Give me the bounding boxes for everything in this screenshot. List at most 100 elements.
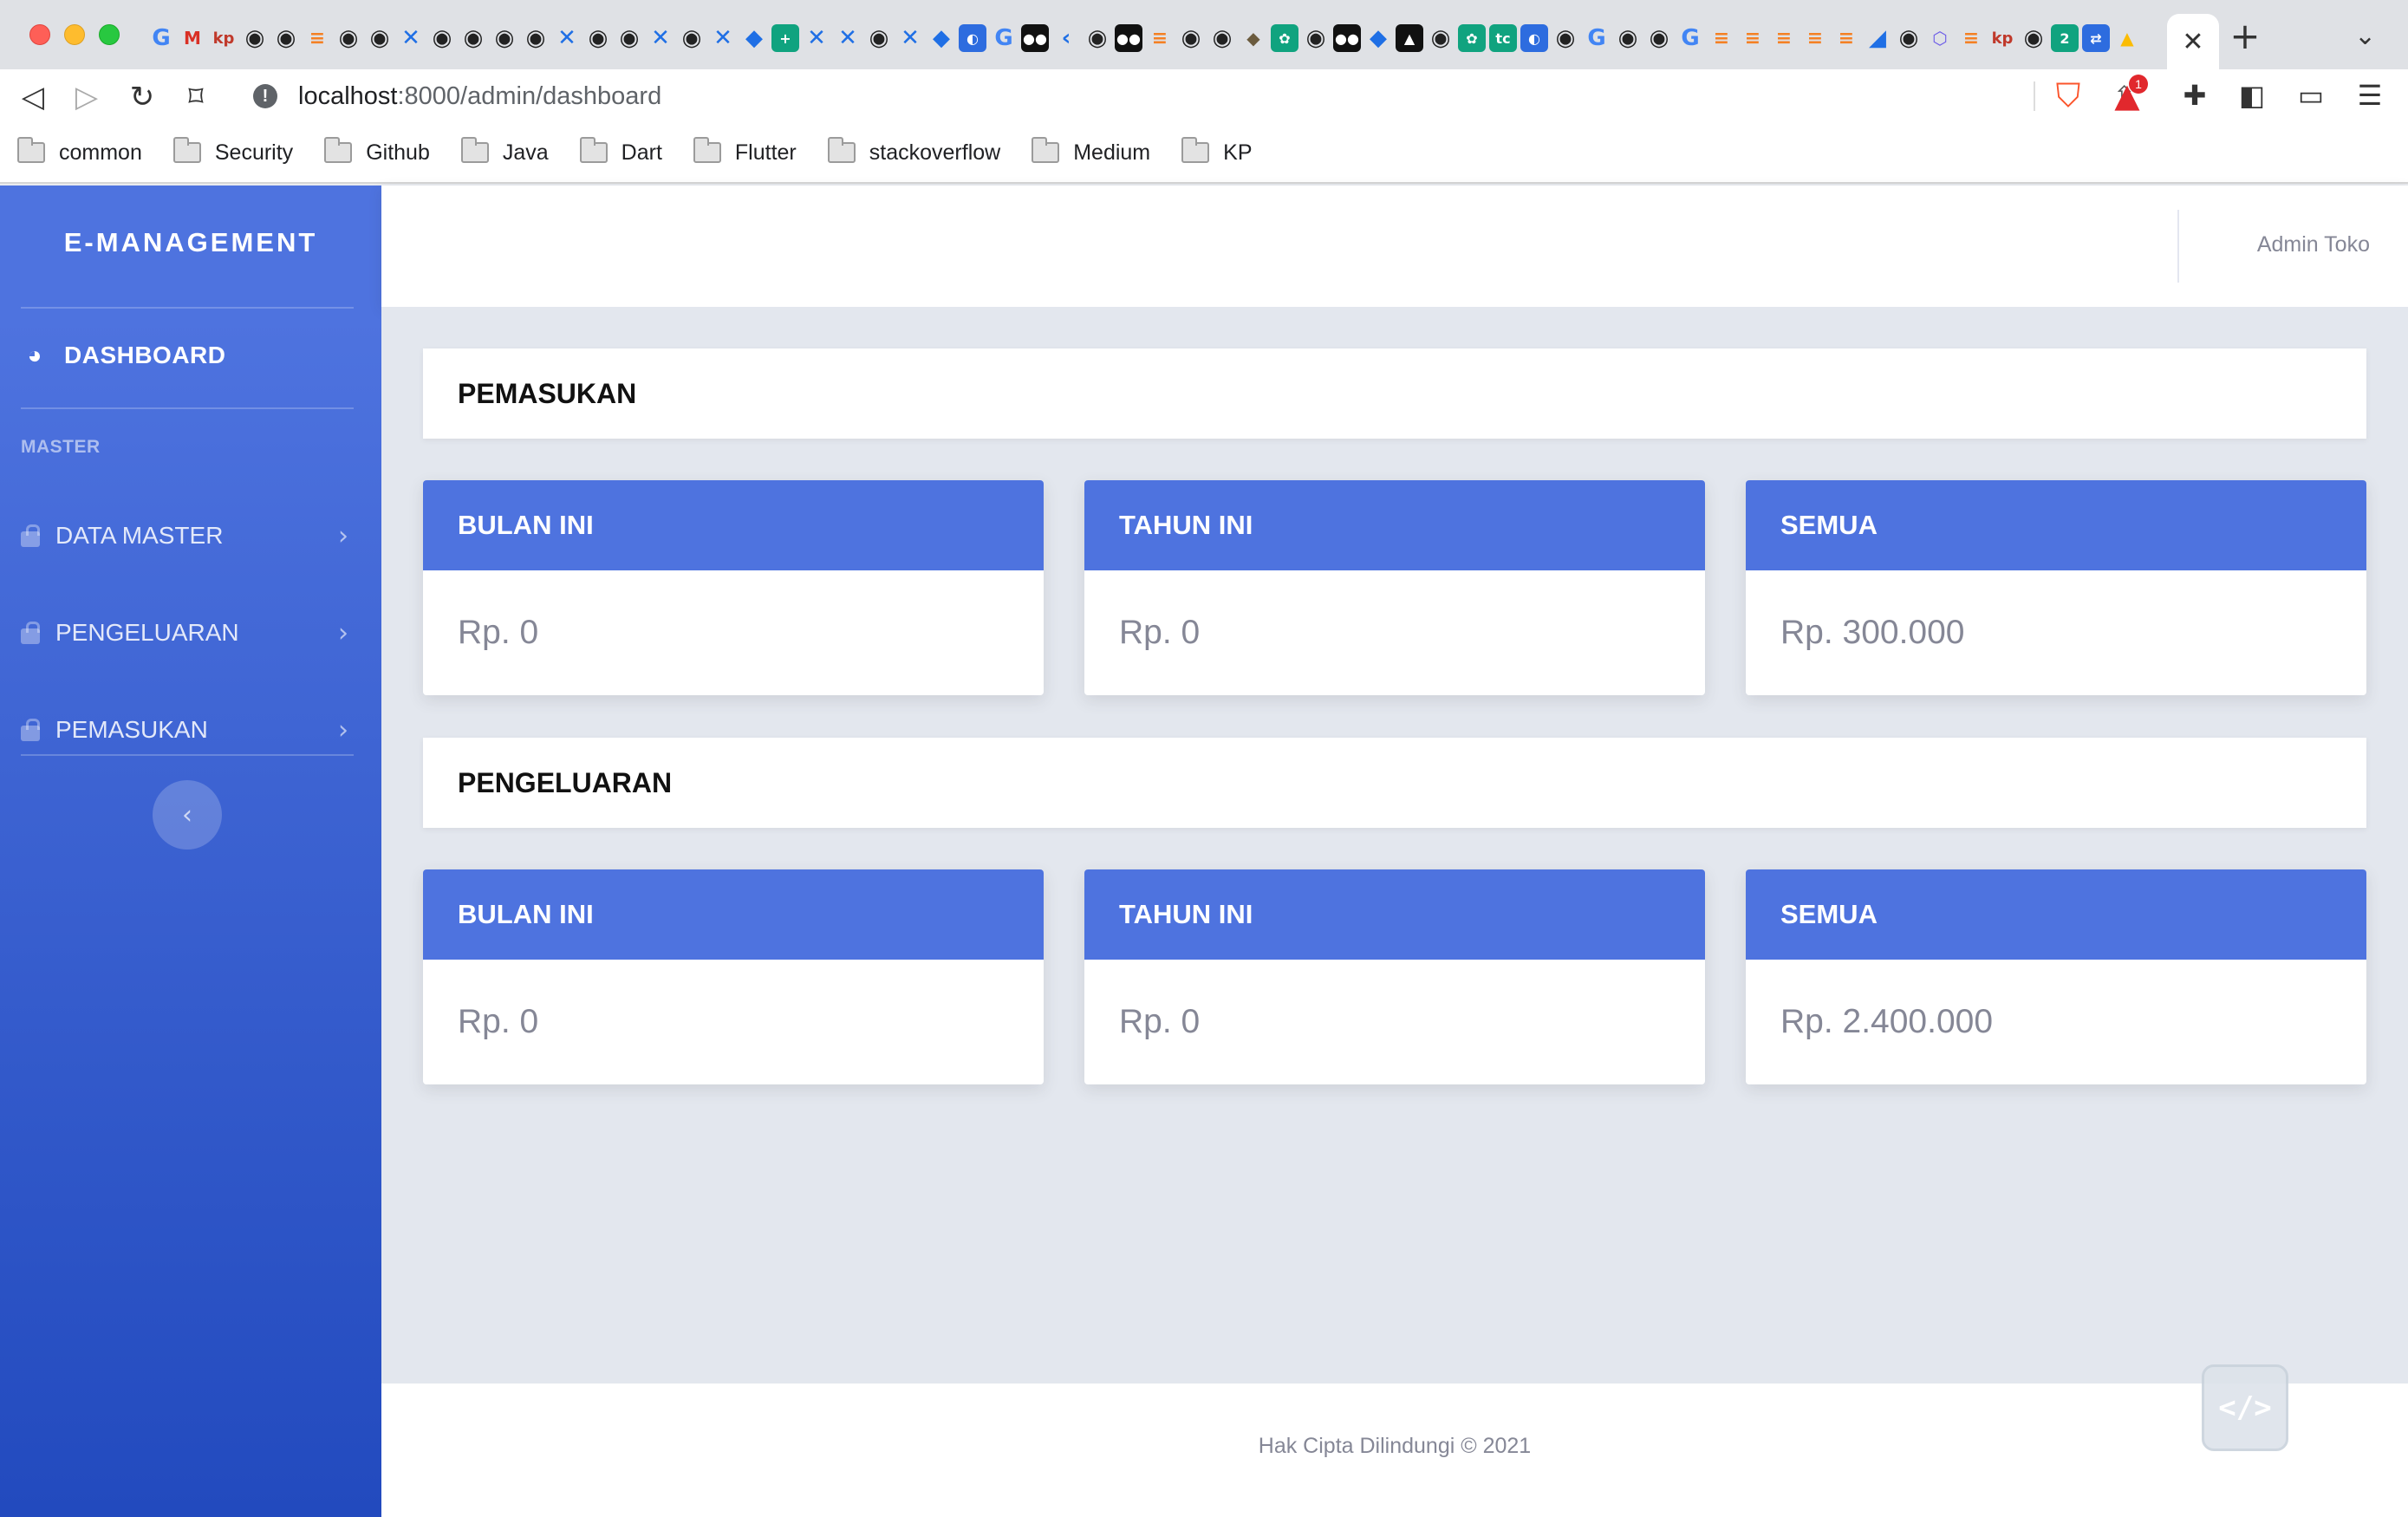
github-icon[interactable]: ◉ (678, 24, 706, 52)
new-tab-button[interactable]: + (2228, 18, 2262, 55)
jira-icon[interactable]: ✕ (709, 24, 737, 52)
app-icon[interactable]: ⇄ (2082, 24, 2110, 52)
brave-rewards-icon[interactable]: ▲ 1 (2108, 75, 2148, 114)
jira-icon[interactable]: ✕ (553, 24, 581, 52)
github-icon[interactable]: ◉ (615, 24, 643, 52)
google-translate-icon[interactable]: G (147, 24, 175, 52)
stackoverflow-icon[interactable]: ≡ (1957, 24, 1985, 52)
google-icon[interactable]: G (1583, 24, 1611, 52)
wallet-icon[interactable]: ▭ (2292, 76, 2330, 114)
sidebar-item-pemasukan[interactable]: PEMASUKAN › (21, 704, 354, 756)
kp-icon[interactable]: kp (210, 24, 238, 52)
url-text[interactable]: localhost:8000/admin/dashboard (298, 82, 661, 111)
stackoverflow-icon[interactable]: ≡ (1770, 24, 1798, 52)
app-icon[interactable]: ⬡ (1926, 24, 1954, 52)
window-maximize-button[interactable] (99, 24, 120, 45)
github-icon[interactable]: ◉ (2020, 24, 2047, 52)
jira-icon[interactable]: ✕ (834, 24, 862, 52)
forward-icon[interactable]: ▷ (69, 80, 104, 114)
extensions-icon[interactable]: ✚ (2176, 76, 2214, 114)
back-icon[interactable]: ◁ (16, 80, 50, 114)
github-icon[interactable]: ◉ (241, 24, 269, 52)
tab-search-chevron-icon[interactable]: ⌄ (2354, 21, 2376, 51)
github-icon[interactable]: ◉ (1427, 24, 1455, 52)
stackoverflow-icon[interactable]: ≡ (1832, 24, 1860, 52)
app-icon[interactable]: ◆ (1240, 24, 1267, 52)
chatgpt-icon[interactable]: ✿ (1271, 24, 1298, 52)
app-icon[interactable]: tc (1489, 24, 1517, 52)
menu-icon[interactable]: ☰ (2351, 76, 2389, 114)
sidebar-item-dashboard[interactable]: ◕ DASHBOARD (21, 342, 226, 369)
github-icon[interactable]: ◉ (522, 24, 550, 52)
chatgpt-icon[interactable]: ✿ (1458, 24, 1486, 52)
app-icon[interactable]: ◐ (1520, 24, 1548, 52)
brand-title[interactable]: E-MANAGEMENT (0, 227, 381, 258)
github-icon[interactable]: ◉ (1895, 24, 1923, 52)
sidebar-toggle-button[interactable]: ‹ (153, 780, 222, 850)
github-icon[interactable]: ◉ (1208, 24, 1236, 52)
window-minimize-button[interactable] (64, 24, 85, 45)
plus-icon[interactable]: + (771, 24, 799, 52)
tab-close-icon[interactable]: ✕ (2182, 27, 2203, 57)
medium-icon[interactable]: ●● (1021, 24, 1049, 52)
bookmark-folder[interactable]: Dart (579, 137, 662, 166)
bookmark-folder[interactable]: common (17, 137, 142, 166)
site-info-icon[interactable]: ! (253, 84, 277, 108)
jira-icon[interactable]: ✕ (896, 24, 924, 52)
bookmark-folder[interactable]: Security (172, 137, 293, 166)
sidebar-item-pengeluaran[interactable]: PENGELUARAN › (21, 607, 354, 659)
google-icon[interactable]: G (1676, 24, 1704, 52)
github-icon[interactable]: ◉ (584, 24, 612, 52)
reload-icon[interactable]: ↻ (125, 80, 159, 114)
jira-icon[interactable]: ◆ (1364, 24, 1392, 52)
stackoverflow-icon[interactable]: ≡ (1739, 24, 1767, 52)
github-icon[interactable]: ◉ (1177, 24, 1205, 52)
brave-shields-icon[interactable]: ⛉ (2049, 76, 2087, 114)
google-drive-icon[interactable]: ▲ (2113, 24, 2141, 52)
github-icon[interactable]: ◉ (1614, 24, 1642, 52)
stackoverflow-icon[interactable]: ≡ (1708, 24, 1735, 52)
user-menu[interactable]: Admin Toko (2257, 232, 2370, 257)
bookmark-folder[interactable]: stackoverflow (827, 137, 1000, 166)
github-icon[interactable]: ◉ (1552, 24, 1579, 52)
github-icon[interactable]: ◉ (428, 24, 456, 52)
bookmark-folder[interactable]: KP (1181, 137, 1253, 166)
github-icon[interactable]: ◉ (459, 24, 487, 52)
medium-icon[interactable]: ●● (1115, 24, 1142, 52)
gmail-icon[interactable]: M (179, 24, 206, 52)
bookmark-folder[interactable]: Flutter (693, 137, 797, 166)
app-icon[interactable]: ▲ (1396, 24, 1423, 52)
bookmark-icon[interactable]: ⌑ (179, 80, 213, 114)
stackoverflow-icon[interactable]: ≡ (1801, 24, 1829, 52)
window-close-button[interactable] (29, 24, 50, 45)
active-tab[interactable]: ✕ (2167, 14, 2219, 69)
jira-icon[interactable]: ✕ (397, 24, 425, 52)
address-bar[interactable]: ! localhost:8000/admin/dashboard ⇪ (234, 73, 2162, 120)
jira-icon[interactable]: ✕ (647, 24, 674, 52)
bookmark-folder[interactable]: Medium (1032, 137, 1150, 166)
app-icon[interactable]: ◢ (1864, 24, 1891, 52)
bookmark-folder[interactable]: Java (460, 137, 549, 166)
medium-icon[interactable]: ●● (1333, 24, 1361, 52)
app-icon[interactable]: ◐ (959, 24, 986, 52)
github-icon[interactable]: ◉ (1084, 24, 1111, 52)
github-icon[interactable]: ◉ (491, 24, 518, 52)
sidebar-item-data-master[interactable]: DATA MASTER › (21, 510, 354, 562)
github-icon[interactable]: ◉ (366, 24, 394, 52)
github-icon[interactable]: ◉ (865, 24, 893, 52)
google-icon[interactable]: G (990, 24, 1018, 52)
jira-icon[interactable]: ◆ (740, 24, 768, 52)
sidebar-toggle-icon[interactable]: ◧ (2233, 76, 2271, 114)
github-icon[interactable]: ◉ (335, 24, 362, 52)
bookmark-folder[interactable]: Github (324, 137, 430, 166)
flutter-icon[interactable]: ‹ (1052, 24, 1080, 52)
app-icon[interactable]: 2 (2051, 24, 2079, 52)
github-icon[interactable]: ◉ (272, 24, 300, 52)
stackoverflow-icon[interactable]: ≡ (303, 24, 331, 52)
code-snippet-widget-icon[interactable]: </> (2202, 1364, 2288, 1451)
github-icon[interactable]: ◉ (1645, 24, 1673, 52)
kp-icon[interactable]: kp (1988, 24, 2016, 52)
stackoverflow-icon[interactable]: ≡ (1146, 24, 1174, 52)
jira-icon[interactable]: ◆ (927, 24, 955, 52)
github-icon[interactable]: ◉ (1302, 24, 1330, 52)
